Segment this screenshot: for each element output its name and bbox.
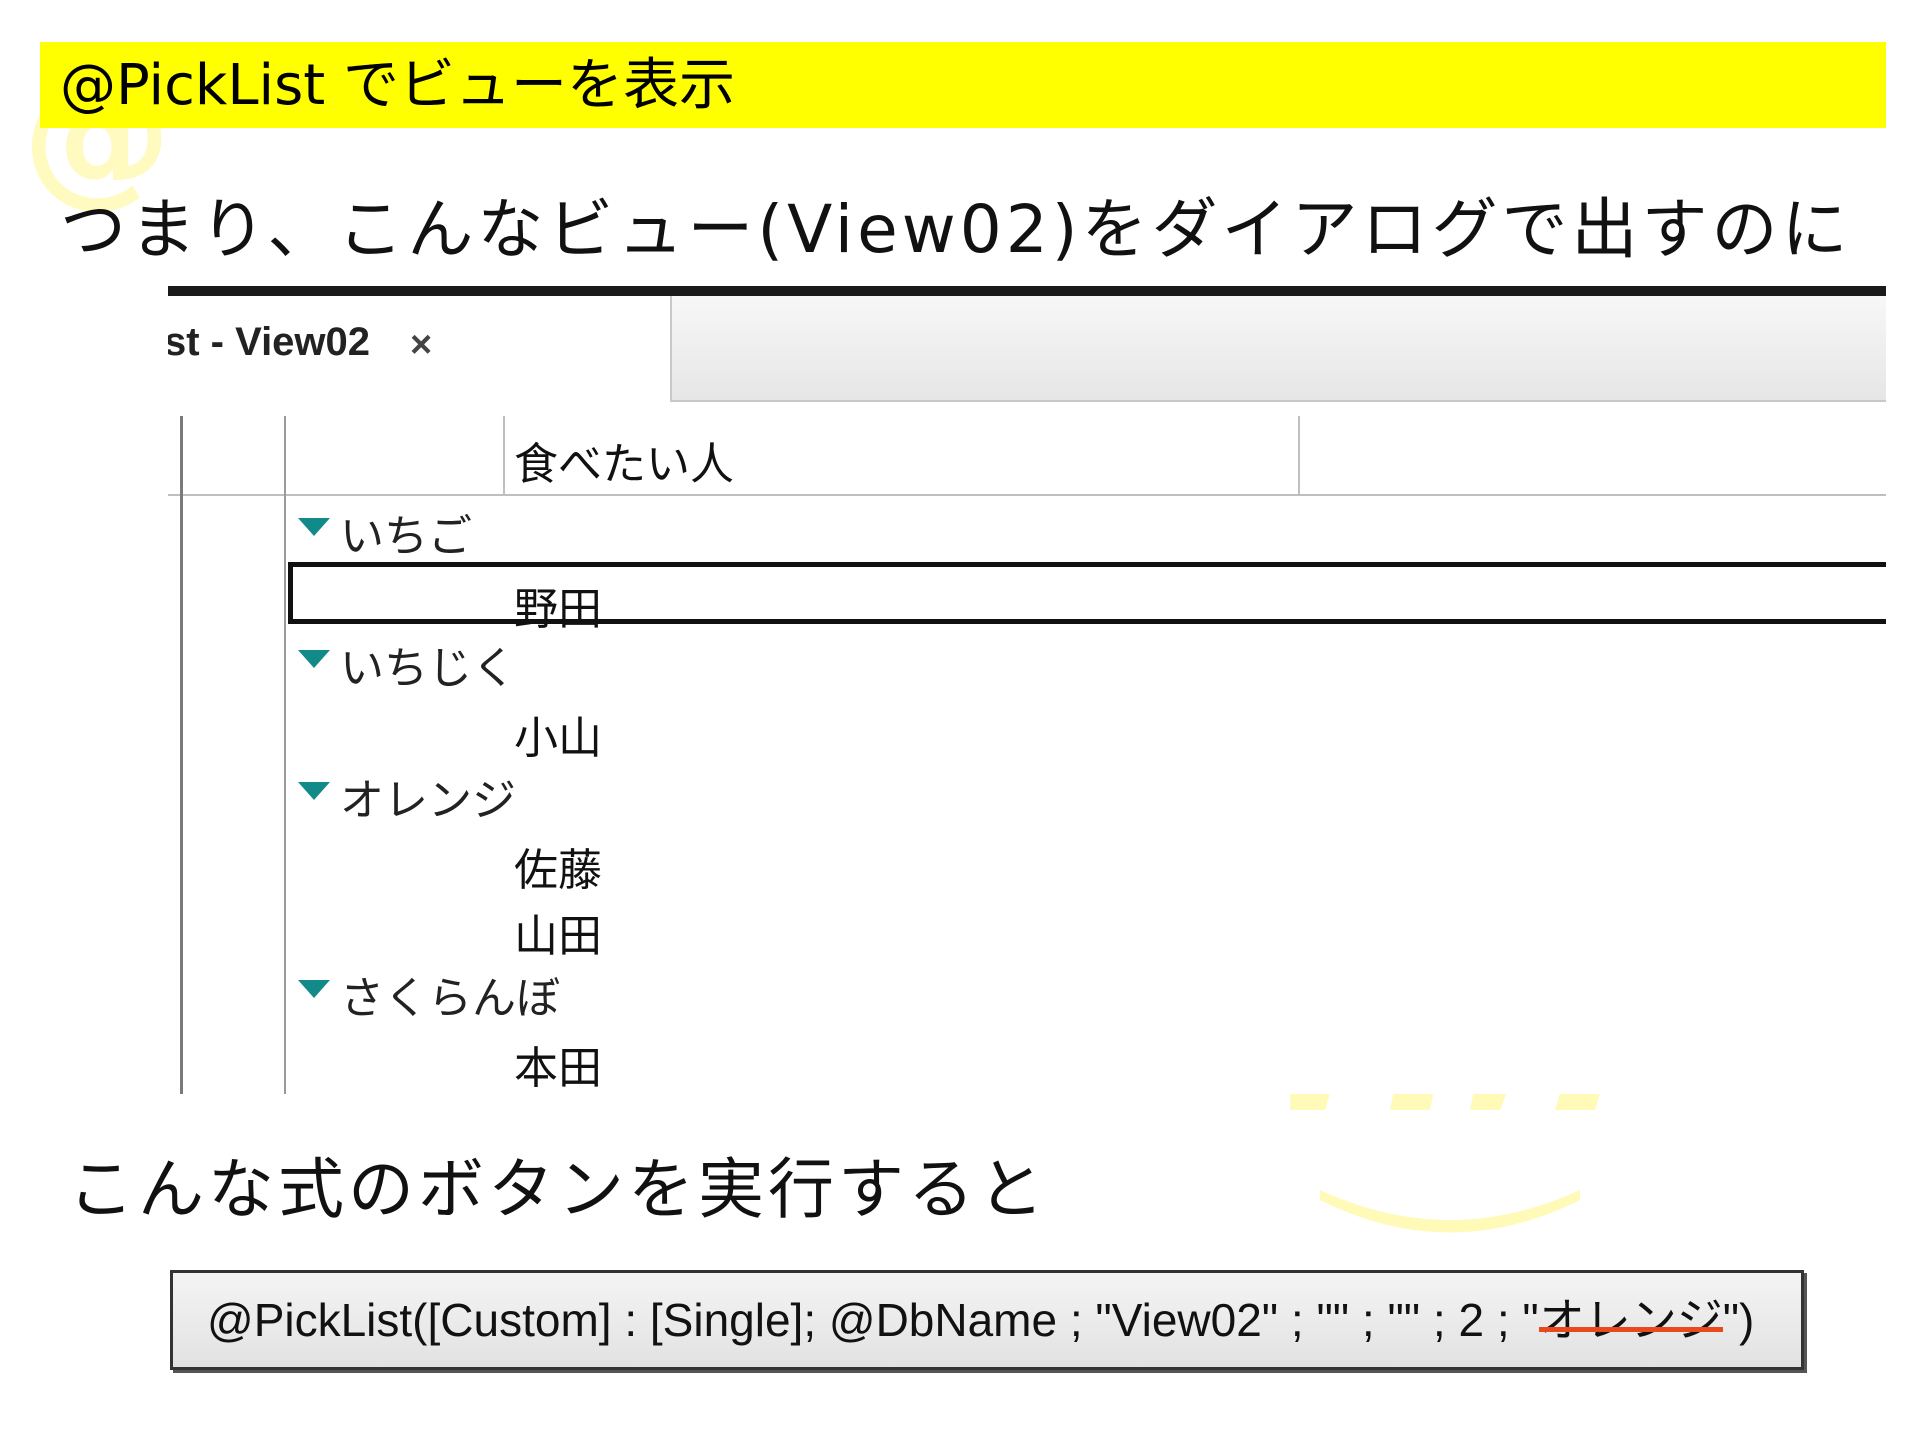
twisty-expanded-icon[interactable] <box>298 518 330 536</box>
view-window-screenshot: st - View02 × 食べたい人 いちご 野田 いちじく 小山 オレンジ … <box>168 286 1886 1094</box>
column-divider[interactable] <box>503 416 505 494</box>
document-label: 佐藤 <box>514 846 602 895</box>
red-underline-marker <box>1538 1327 1723 1332</box>
category-row[interactable]: オレンジ <box>168 760 1886 826</box>
category-label: さくらんぼ <box>340 974 560 1023</box>
document-row[interactable]: 佐藤 <box>168 826 1886 895</box>
tab-view02[interactable]: st - View02 × <box>168 296 672 402</box>
column-header-eaters[interactable]: 食べたい人 <box>514 428 734 492</box>
highlighted-key-text: オレンジ <box>1538 1294 1723 1346</box>
twisty-expanded-icon[interactable] <box>298 782 330 800</box>
category-label: いちご <box>340 512 472 561</box>
caption-button-description: こんな式のボタンを実行すると <box>68 1151 1048 1228</box>
category-row[interactable]: いちじく <box>168 628 1886 694</box>
formula-text-before: @PickList([Custom] : [Single]; @DbName ;… <box>207 1294 1539 1346</box>
tab-label: st - View02 <box>168 320 371 364</box>
formula-text-after: ") <box>1722 1294 1755 1346</box>
category-row[interactable]: いちご <box>168 496 1886 562</box>
document-row[interactable]: 山田 <box>168 892 1886 961</box>
document-row[interactable]: 本田 <box>168 1024 1886 1093</box>
slide-title: @PickList でビューを表示 <box>60 53 736 118</box>
picklist-formula-button[interactable]: @PickList([Custom] : [Single]; @DbName ;… <box>170 1270 1804 1370</box>
column-header-row <box>168 416 1886 496</box>
window-top-border <box>168 286 1886 296</box>
formula-highlighted-key: オレンジ <box>1538 1294 1723 1346</box>
twisty-expanded-icon[interactable] <box>298 650 330 668</box>
column-divider[interactable] <box>1298 416 1300 494</box>
tab-strip: st - View02 × <box>168 296 1886 402</box>
category-label: オレンジ <box>340 776 516 825</box>
category-label: いちじく <box>340 644 516 693</box>
document-row[interactable]: 小山 <box>168 694 1886 763</box>
caption-view-description: つまり、こんなビュー(View02)をダイアログで出すのに <box>60 191 1852 268</box>
close-icon[interactable]: × <box>410 324 432 367</box>
document-label: 小山 <box>514 714 602 763</box>
document-label: 本田 <box>514 1044 602 1093</box>
slide: @ @PickList でビューを表示 つまり、こんなビュー(View02)をダ… <box>0 0 1920 1440</box>
category-row[interactable]: さくらんぼ <box>168 958 1886 1024</box>
document-row-selected[interactable]: 野田 <box>288 562 1886 634</box>
document-label: 山田 <box>514 912 602 961</box>
twisty-expanded-icon[interactable] <box>298 980 330 998</box>
